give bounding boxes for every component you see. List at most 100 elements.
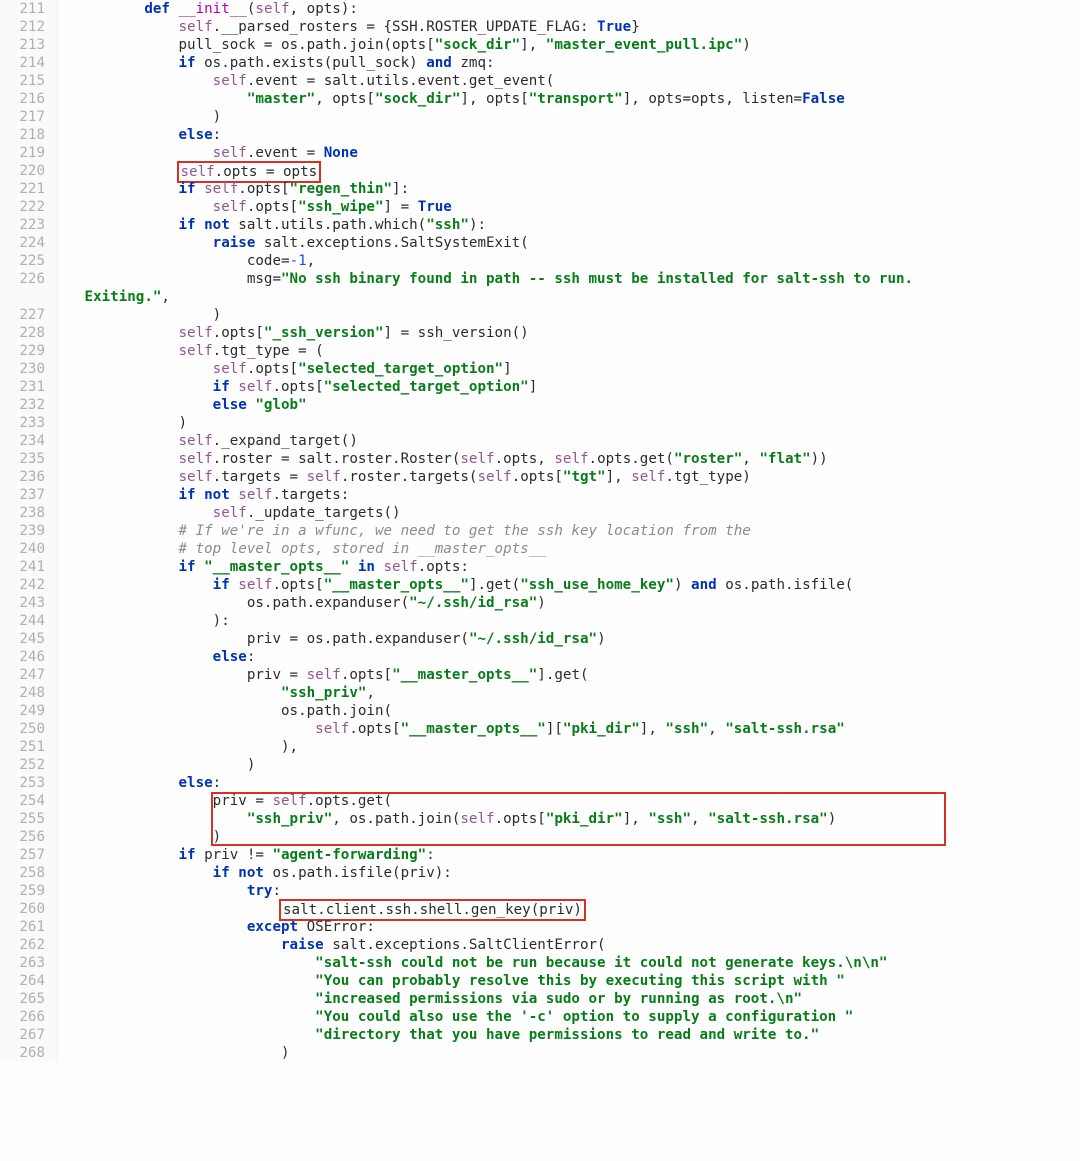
fold-marker[interactable]: [58, 738, 76, 756]
fold-marker[interactable]: [58, 324, 76, 342]
code-line[interactable]: "ssh_priv",: [76, 684, 1080, 702]
code-line[interactable]: os.path.join(: [76, 702, 1080, 720]
fold-marker[interactable]: [58, 666, 76, 684]
fold-marker[interactable]: [58, 342, 76, 360]
code-line[interactable]: self.roster = salt.roster.Roster(self.op…: [76, 450, 1080, 468]
fold-marker[interactable]: [58, 36, 76, 54]
fold-marker[interactable]: [58, 756, 76, 774]
fold-marker[interactable]: [58, 918, 76, 936]
code-line[interactable]: try:: [76, 882, 1080, 900]
code-line[interactable]: self.event = salt.utils.event.get_event(: [76, 72, 1080, 90]
code-line[interactable]: else "glob": [76, 396, 1080, 414]
code-line[interactable]: raise salt.exceptions.SaltClientError(: [76, 936, 1080, 954]
code-line-wrap[interactable]: Exiting.",: [76, 288, 1080, 306]
code-line[interactable]: ): [76, 1044, 1080, 1062]
fold-marker[interactable]: [58, 792, 76, 810]
code-line[interactable]: if not salt.utils.path.which("ssh"):: [76, 216, 1080, 234]
code-line[interactable]: "directory that you have permissions to …: [76, 1026, 1080, 1044]
fold-marker[interactable]: [58, 198, 76, 216]
fold-marker[interactable]: [58, 468, 76, 486]
code-line[interactable]: msg="No ssh binary found in path -- ssh …: [76, 270, 1080, 288]
code-line[interactable]: if "__master_opts__" in self.opts:: [76, 558, 1080, 576]
code-line[interactable]: self.__parsed_rosters = {SSH.ROSTER_UPDA…: [76, 18, 1080, 36]
code-line[interactable]: else:: [76, 126, 1080, 144]
code-line[interactable]: if self.opts["regen_thin"]:: [76, 180, 1080, 198]
fold-marker[interactable]: [58, 1044, 76, 1062]
code-line[interactable]: self.opts["selected_target_option"]: [76, 360, 1080, 378]
code-line[interactable]: "ssh_priv", os.path.join(self.opts["pki_…: [76, 810, 1080, 828]
code-line[interactable]: self.event = None: [76, 144, 1080, 162]
fold-marker[interactable]: [58, 54, 76, 72]
code-line[interactable]: code=-1,: [76, 252, 1080, 270]
fold-marker[interactable]: [58, 648, 76, 666]
code-line[interactable]: priv = os.path.expanduser("~/.ssh/id_rsa…: [76, 630, 1080, 648]
code-line[interactable]: if priv != "agent-forwarding":: [76, 846, 1080, 864]
code-line[interactable]: pull_sock = os.path.join(opts["sock_dir"…: [76, 36, 1080, 54]
fold-marker[interactable]: [58, 306, 76, 324]
code-line[interactable]: "salt-ssh could not be run because it co…: [76, 954, 1080, 972]
fold-marker[interactable]: [58, 1026, 76, 1044]
fold-marker[interactable]: [58, 612, 76, 630]
code-line[interactable]: ): [76, 108, 1080, 126]
fold-marker[interactable]: [58, 0, 76, 18]
fold-marker[interactable]: [58, 270, 76, 288]
fold-marker[interactable]: [58, 90, 76, 108]
fold-marker[interactable]: [58, 432, 76, 450]
fold-marker[interactable]: [58, 486, 76, 504]
code-line[interactable]: ),: [76, 738, 1080, 756]
code-line[interactable]: "You could also use the '-c' option to s…: [76, 1008, 1080, 1026]
code-line[interactable]: if not self.targets:: [76, 486, 1080, 504]
fold-marker[interactable]: [58, 378, 76, 396]
fold-marker[interactable]: [58, 216, 76, 234]
code-line[interactable]: ): [76, 414, 1080, 432]
code-line[interactable]: if os.path.exists(pull_sock) and zmq:: [76, 54, 1080, 72]
code-line[interactable]: if self.opts["__master_opts__"].get("ssh…: [76, 576, 1080, 594]
code-line[interactable]: self.opts["_ssh_version"] = ssh_version(…: [76, 324, 1080, 342]
fold-marker[interactable]: [58, 252, 76, 270]
code-line[interactable]: os.path.expanduser("~/.ssh/id_rsa"): [76, 594, 1080, 612]
code-line[interactable]: self.opts["ssh_wipe"] = True: [76, 198, 1080, 216]
fold-marker[interactable]: [58, 180, 76, 198]
code-line[interactable]: "increased permissions via sudo or by ru…: [76, 990, 1080, 1008]
code-line[interactable]: self.opts = opts: [76, 162, 1080, 180]
fold-marker[interactable]: [58, 774, 76, 792]
fold-marker[interactable]: [58, 810, 76, 828]
fold-marker[interactable]: [58, 630, 76, 648]
code-line[interactable]: self._expand_target(): [76, 432, 1080, 450]
fold-marker[interactable]: [58, 72, 76, 90]
fold-marker[interactable]: [58, 162, 76, 180]
fold-marker[interactable]: [58, 450, 76, 468]
code-line[interactable]: def __init__(self, opts):: [76, 0, 1080, 18]
code-line[interactable]: raise salt.exceptions.SaltSystemExit(: [76, 234, 1080, 252]
fold-marker[interactable]: [58, 720, 76, 738]
code-line[interactable]: priv = self.opts.get(: [76, 792, 1080, 810]
code-line[interactable]: else:: [76, 648, 1080, 666]
fold-marker[interactable]: [58, 954, 76, 972]
fold-marker[interactable]: [58, 972, 76, 990]
fold-marker[interactable]: [58, 234, 76, 252]
fold-marker[interactable]: [58, 936, 76, 954]
code-line[interactable]: self.opts["__master_opts__"]["pki_dir"],…: [76, 720, 1080, 738]
fold-marker[interactable]: [58, 864, 76, 882]
code-line[interactable]: if self.opts["selected_target_option"]: [76, 378, 1080, 396]
fold-marker[interactable]: [58, 594, 76, 612]
fold-marker[interactable]: [58, 882, 76, 900]
fold-marker[interactable]: [58, 540, 76, 558]
fold-marker[interactable]: [58, 828, 76, 846]
code-editor-content[interactable]: def __init__(self, opts): self.__parsed_…: [76, 0, 1080, 1062]
fold-marker[interactable]: [58, 576, 76, 594]
code-line[interactable]: ): [76, 306, 1080, 324]
fold-marker[interactable]: [58, 144, 76, 162]
fold-marker[interactable]: [58, 360, 76, 378]
fold-marker[interactable]: [58, 108, 76, 126]
fold-marker[interactable]: [58, 396, 76, 414]
fold-marker[interactable]: [58, 702, 76, 720]
code-line[interactable]: self.tgt_type = (: [76, 342, 1080, 360]
code-line[interactable]: # If we're in a wfunc, we need to get th…: [76, 522, 1080, 540]
code-line[interactable]: # top level opts, stored in __master_opt…: [76, 540, 1080, 558]
fold-marker[interactable]: [58, 990, 76, 1008]
fold-marker[interactable]: [58, 846, 76, 864]
code-line[interactable]: priv = self.opts["__master_opts__"].get(: [76, 666, 1080, 684]
code-line[interactable]: "You can probably resolve this by execut…: [76, 972, 1080, 990]
code-line[interactable]: salt.client.ssh.shell.gen_key(priv): [76, 900, 1080, 918]
